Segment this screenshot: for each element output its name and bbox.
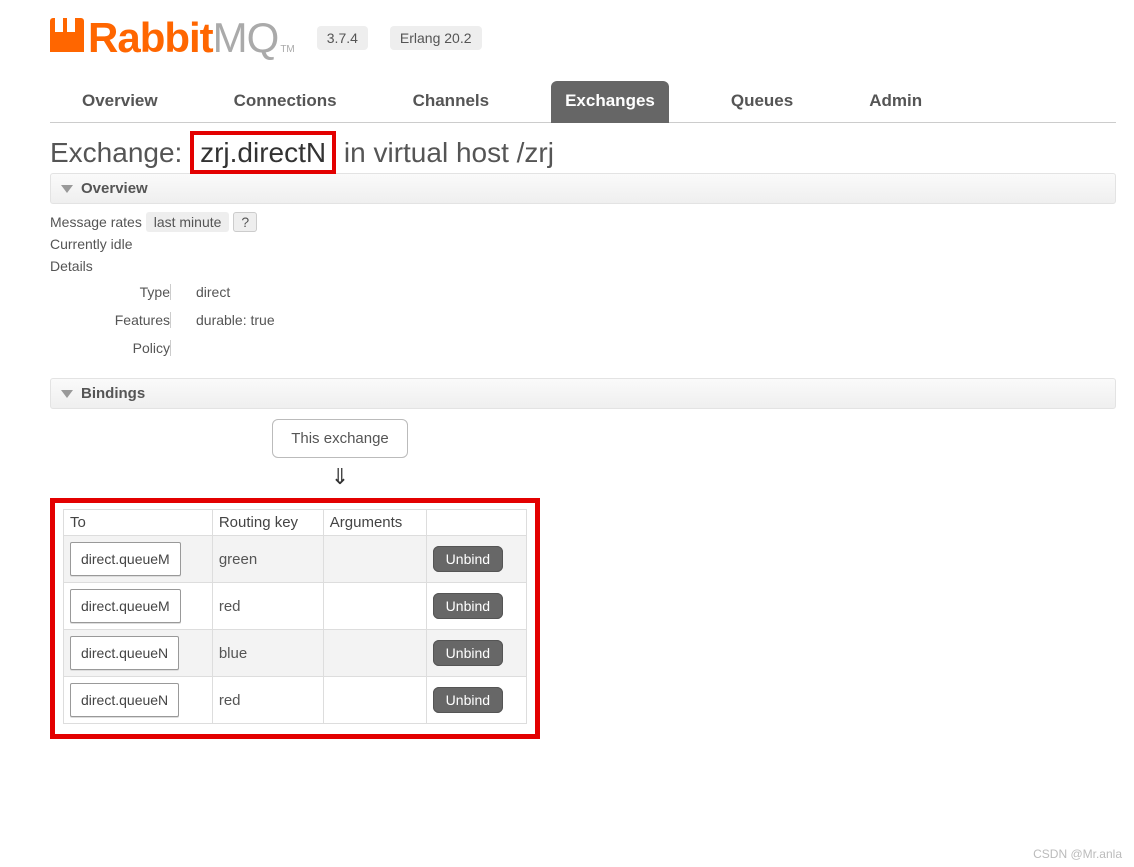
bindings-table: To Routing key Arguments direct.queueM gr…: [63, 509, 527, 724]
features-val: durable: true: [182, 312, 1116, 328]
erlang-pill: Erlang 20.2: [390, 26, 482, 50]
exchange-name: zrj.directN: [190, 131, 336, 174]
unbind-button[interactable]: Unbind: [433, 546, 503, 572]
header: Rabbit MQ TM 3.7.4 Erlang 20.2: [50, 14, 1116, 62]
message-rates-row: Message rates last minute ?: [50, 214, 1116, 230]
chevron-down-icon: [61, 390, 73, 398]
logo-text-mq: MQ: [213, 14, 279, 62]
arguments-cell: [323, 677, 426, 724]
arguments-cell: [323, 630, 426, 677]
col-routing-key: Routing key: [212, 510, 323, 536]
type-key: Type: [50, 284, 170, 300]
arguments-cell: [323, 536, 426, 583]
rates-range[interactable]: last minute: [146, 212, 230, 232]
section-overview-label: Overview: [81, 180, 148, 197]
this-exchange-graph: This exchange ⇓: [160, 419, 520, 490]
queue-link[interactable]: direct.queueN: [70, 683, 179, 717]
table-row: direct.queueN blue Unbind: [64, 630, 527, 677]
this-exchange-box: This exchange: [272, 419, 408, 458]
logo-tm: TM: [280, 44, 294, 55]
page-title: Exchange: zrj.directN in virtual host /z…: [50, 137, 1116, 169]
unbind-button[interactable]: Unbind: [433, 687, 503, 713]
tab-admin[interactable]: Admin: [855, 81, 936, 123]
detail-sep: [170, 312, 182, 328]
routing-key-cell: red: [212, 583, 323, 630]
unbind-button[interactable]: Unbind: [433, 640, 503, 666]
details-heading: Details: [50, 258, 1116, 274]
down-arrow-icon: ⇓: [331, 464, 349, 490]
table-row: direct.queueM green Unbind: [64, 536, 527, 583]
tab-overview[interactable]: Overview: [68, 81, 172, 123]
policy-key: Policy: [50, 340, 170, 356]
policy-val: [182, 340, 1116, 356]
routing-key-cell: red: [212, 677, 323, 724]
logo[interactable]: Rabbit MQ TM: [50, 14, 295, 62]
watermark: CSDN @Mr.anla: [1033, 847, 1122, 861]
chevron-down-icon: [61, 185, 73, 193]
main-tabs: Overview Connections Channels Exchanges …: [50, 76, 1116, 123]
routing-key-cell: blue: [212, 630, 323, 677]
type-val: direct: [182, 284, 1116, 300]
vhost-name: /zrj: [517, 137, 554, 168]
arguments-cell: [323, 583, 426, 630]
logo-text-rabbit: Rabbit: [88, 14, 213, 62]
idle-label: Currently idle: [50, 236, 1116, 252]
detail-sep: [170, 340, 182, 356]
section-bindings[interactable]: Bindings: [50, 378, 1116, 409]
title-mid: in virtual host: [336, 137, 517, 168]
col-to: To: [64, 510, 213, 536]
queue-link[interactable]: direct.queueN: [70, 636, 179, 670]
features-key: Features: [50, 312, 170, 328]
unbind-button[interactable]: Unbind: [433, 593, 503, 619]
tab-channels[interactable]: Channels: [399, 81, 504, 123]
table-row: direct.queueN red Unbind: [64, 677, 527, 724]
queue-link[interactable]: direct.queueM: [70, 542, 181, 576]
tab-connections[interactable]: Connections: [220, 81, 351, 123]
rates-label: Message rates: [50, 214, 142, 230]
tab-queues[interactable]: Queues: [717, 81, 807, 123]
version-pill: 3.7.4: [317, 26, 368, 50]
tab-exchanges[interactable]: Exchanges: [551, 81, 669, 123]
section-bindings-label: Bindings: [81, 385, 145, 402]
detail-sep: [170, 284, 182, 300]
routing-key-cell: green: [212, 536, 323, 583]
col-action: [426, 510, 526, 536]
queue-link[interactable]: direct.queueM: [70, 589, 181, 623]
details-table: Type direct Features durable: true Polic…: [50, 284, 1116, 356]
title-prefix: Exchange:: [50, 137, 190, 168]
table-row: direct.queueM red Unbind: [64, 583, 527, 630]
bindings-table-box: To Routing key Arguments direct.queueM gr…: [50, 498, 540, 739]
rates-help[interactable]: ?: [233, 212, 257, 232]
section-overview[interactable]: Overview: [50, 173, 1116, 204]
col-arguments: Arguments: [323, 510, 426, 536]
rabbitmq-icon: [50, 18, 84, 52]
